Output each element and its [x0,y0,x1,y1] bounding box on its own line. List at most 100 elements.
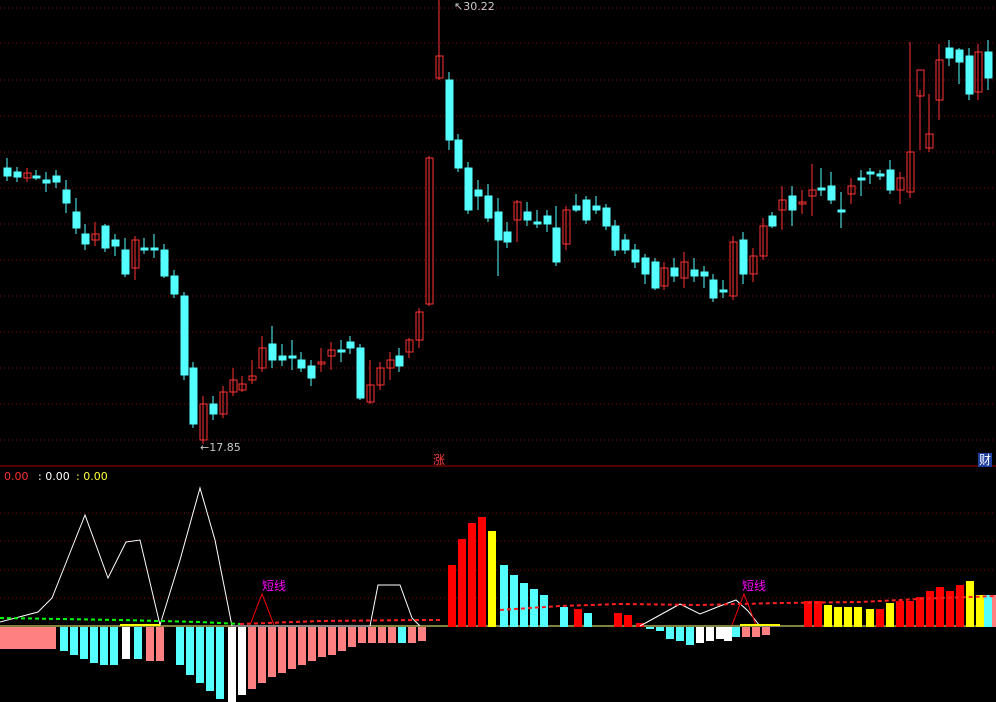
histogram-bar [936,587,944,627]
candle-body [543,215,552,225]
histogram-bar [926,591,934,627]
candle-body [464,167,473,211]
histogram-bar [458,539,466,627]
red-dash-line [239,619,440,625]
histogram-bar [16,627,24,649]
indicator-lines [0,486,996,627]
candle-body [651,261,660,289]
candle-body [307,365,316,379]
histogram-bar [732,627,740,637]
histogram-bar [388,627,396,643]
candle-body [32,175,41,179]
candle-body [297,359,306,369]
histogram-bar [48,627,56,649]
histogram-bar [614,613,622,627]
histogram-bar-tip [834,607,842,617]
histogram-bar [724,627,732,641]
candle-body [494,211,503,241]
candle-body [503,231,512,243]
candle-body [346,341,355,349]
indicator-histogram [0,517,996,702]
candle-body [700,271,709,277]
annotation-duanxian-2: 短线 [742,579,767,593]
histogram-bar [624,615,632,627]
annotation-duanxian-1: 短线 [262,579,287,593]
histogram-bar [916,597,924,627]
candle-body [670,267,679,277]
candle-body [445,79,454,141]
candle-body [690,269,699,277]
histogram-bar [418,627,426,641]
histogram-bar [318,627,326,657]
histogram-bar [0,627,8,649]
candle-body [866,171,875,175]
candle-body [955,49,964,63]
high-price-label: ↖30.22 [454,0,495,13]
histogram-bar [814,601,822,627]
histogram-bar [248,627,256,689]
histogram-bar-tip [844,607,852,617]
candle-body [288,355,297,359]
candle-body [533,221,542,225]
histogram-bar [110,627,118,665]
candle-body [945,47,954,59]
candle-body [484,195,493,219]
green-dash-line [0,617,241,625]
histogram-bar [540,595,548,627]
candle-body [52,175,61,183]
candle-body [592,205,601,211]
histogram-bar-tip [824,605,832,615]
candle-body [827,185,836,201]
candle-body [984,51,993,79]
candle-body [602,207,611,227]
candle-body [582,199,591,221]
histogram-bar [80,627,88,659]
candle-body [140,247,149,251]
histogram-bar [984,595,992,627]
histogram-bar [946,591,954,627]
candle-body [641,257,650,275]
histogram-bar [196,627,204,683]
histogram-bar [646,627,654,629]
histogram-bar [348,627,356,647]
histogram-bar-tip [866,609,874,619]
histogram-bar-tip [886,603,894,613]
histogram-bar [666,627,674,639]
histogram-bar [716,627,724,639]
histogram-bar [238,627,246,695]
histogram-bar [298,627,306,665]
candle-body [965,55,974,95]
histogram-bar [686,627,694,645]
histogram-bar [8,627,16,649]
low-price-label: ←17.85 [200,441,241,454]
candle-body [886,169,895,191]
candle-body [268,343,277,361]
indicator-value-1: 0.00 [4,470,29,483]
histogram-bar [60,627,68,651]
histogram-bar [992,595,996,627]
candle-body [189,367,198,425]
histogram-bar [656,627,664,631]
chart-canvas [0,0,996,702]
histogram-bar [500,565,508,627]
histogram-bar [752,627,760,637]
candle-body [709,279,718,299]
candle-body [111,239,120,247]
grid-lines [0,7,996,627]
candle-body [180,295,189,376]
candle-body [572,205,581,211]
candle-body [523,211,532,221]
histogram-bar [90,627,98,663]
histogram-bar [338,627,346,651]
zhang-marker[interactable]: 涨 [433,453,445,467]
low-arrow-icon: ← [200,441,210,454]
candle-body [739,239,748,275]
candle-body [170,275,179,295]
candle-body [62,189,71,204]
histogram-bar [32,627,40,649]
annotation-pointer [249,592,275,626]
histogram-bar [206,627,214,691]
histogram-bar [510,575,518,627]
histogram-bar [762,627,770,635]
cai-marker[interactable]: 财 [978,453,993,467]
